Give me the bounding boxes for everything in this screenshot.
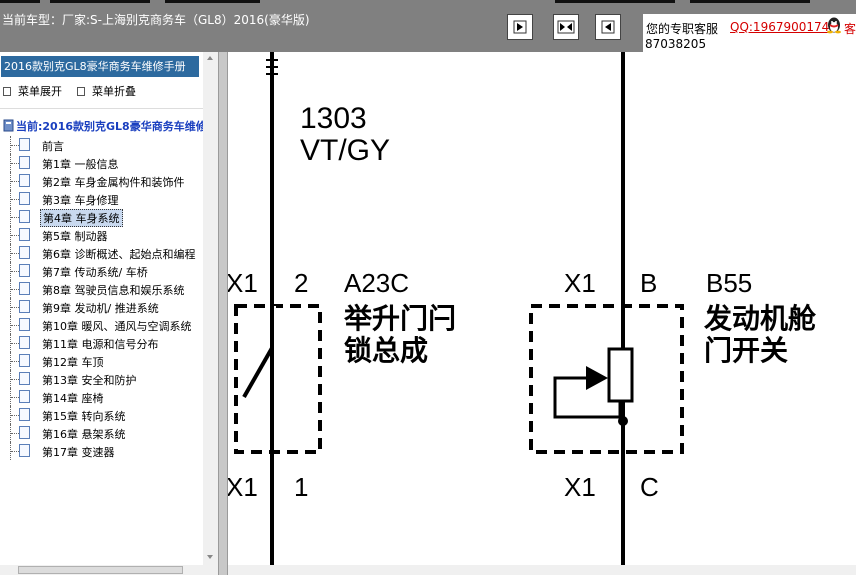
right-connector-top: X1 — [564, 268, 596, 298]
scroll-up-icon[interactable] — [207, 56, 213, 60]
page-icon — [19, 138, 30, 151]
sidebar-scroll-thumb[interactable] — [18, 566, 183, 574]
tree-item-label[interactable]: 第10章 暖风、通风与空调系统 — [40, 318, 194, 334]
expand-box-icon — [3, 87, 11, 96]
tree-item-label[interactable]: 第9章 发动机/ 推进系统 — [40, 300, 161, 316]
tree-item-label[interactable]: 第2章 车身金属构件和装饰件 — [40, 174, 187, 190]
right-pin-bottom: C — [640, 472, 659, 502]
qq-penguin-icon[interactable] — [825, 16, 843, 37]
page-icon — [19, 318, 30, 331]
left-connector-bottom: X1 — [228, 472, 258, 502]
wire-color: VT/GY — [300, 134, 390, 167]
sidebar-horizontal-scrollbar[interactable] — [0, 565, 218, 575]
tree-item-label[interactable]: 第5章 制动器 — [40, 228, 110, 244]
tree-item-label[interactable]: 第4章 车身系统 — [40, 209, 123, 227]
vehicle-title: 当前车型：厂家:S-上海别克商务车（GL8）2016(豪华版) — [2, 13, 310, 27]
page-icon — [19, 372, 30, 385]
page-icon — [19, 174, 30, 187]
right-circuit: X1 B B55 发动机舱 门开关 X1 C — [529, 52, 817, 565]
sidebar-vertical-scrollbar[interactable] — [203, 52, 218, 565]
right-connector-bottom: X1 — [564, 472, 596, 502]
tree-item-label[interactable]: 第12章 车顶 — [40, 354, 106, 370]
page-icon — [19, 210, 30, 223]
support-label: 您的专职客服 — [646, 22, 719, 36]
top-bar: 当前车型：厂家:S-上海别克商务车（GL8）2016(豪华版) 您的专职客服 Q… — [0, 0, 856, 52]
tree-item-label[interactable]: 第11章 电源和信号分布 — [40, 336, 161, 352]
tree-item-label[interactable]: 第8章 驾驶员信息和娱乐系统 — [40, 282, 187, 298]
book-icon — [3, 119, 14, 132]
left-connector-top: X1 — [228, 268, 258, 298]
page-icon — [19, 264, 30, 277]
page-icon — [19, 192, 30, 205]
page-icon — [19, 444, 30, 457]
wiring-diagram: 1303 VT/GY X1 2 A23C 举升门闩 锁总成 X1 1 X1 B … — [228, 52, 856, 565]
collapse-menu-label: 菜单折叠 — [92, 85, 136, 98]
tree-item-label[interactable]: 前言 — [40, 138, 66, 154]
tree-root[interactable]: 当前:2016款别克GL8豪华商务车维修手册 — [3, 118, 218, 134]
collapse-box-icon — [77, 87, 85, 96]
qq-more-text[interactable]: 客 — [844, 20, 856, 37]
tree-item-label[interactable]: 第6章 诊断概述、起始点和编程 — [40, 246, 198, 262]
tree-item-label[interactable]: 第3章 车身修理 — [40, 192, 121, 208]
page-icon — [19, 390, 30, 403]
top-edge — [0, 0, 40, 3]
qq-link[interactable]: QQ:1967900174 — [730, 20, 829, 34]
left-pin-bottom: 1 — [294, 472, 308, 502]
a23c-connector-box — [234, 304, 322, 454]
page-icon — [19, 228, 30, 241]
sidebar-divider — [0, 108, 203, 109]
right-component-code: B55 — [706, 268, 752, 298]
expand-menu-label: 菜单展开 — [18, 85, 62, 98]
diagram-horizontal-scrollbar[interactable] — [228, 565, 856, 575]
nav-first-button[interactable] — [507, 14, 533, 40]
nav-last-button[interactable] — [595, 14, 621, 40]
nav-fit-button[interactable] — [553, 14, 579, 40]
scroll-down-icon[interactable] — [207, 555, 213, 559]
left-component-code: A23C — [344, 268, 409, 298]
top-edge — [50, 0, 150, 3]
page-icon — [19, 156, 30, 169]
tree-item-label[interactable]: 第7章 传动系统/ 车桥 — [40, 264, 150, 280]
support-number: 87038205 — [645, 37, 707, 51]
nav-fit-icon — [557, 20, 575, 34]
tree-item-label[interactable]: 第17章 变速器 — [40, 444, 117, 460]
door-switch-body — [607, 347, 634, 403]
nav-first-icon — [513, 20, 527, 34]
collapse-menu-button[interactable]: 菜单折叠 — [77, 83, 136, 99]
sidebar: 2016款别克GL8豪华商务车维修手册 菜单展开 菜单折叠 当前:2016款别克… — [0, 52, 218, 575]
latch-switch-blade — [242, 347, 274, 398]
wire-number: 1303 — [300, 102, 367, 135]
page-icon — [19, 336, 30, 349]
left-circuit: 1303 VT/GY X1 2 A23C 举升门闩 锁总成 X1 1 — [228, 52, 456, 565]
page-icon — [19, 300, 30, 313]
tree-item-label[interactable]: 第14章 座椅 — [40, 390, 106, 406]
tree-root-label: 当前:2016款别克GL8豪华商务车维修手册 — [16, 120, 218, 133]
manual-title: 2016款别克GL8豪华商务车维修手册 — [1, 56, 199, 77]
left-component-name-2: 锁总成 — [344, 334, 428, 366]
page-icon — [19, 408, 30, 421]
tree-item-label[interactable]: 第15章 转向系统 — [40, 408, 128, 424]
page-icon — [19, 426, 30, 439]
splice-node — [618, 416, 628, 426]
right-component-name-2: 门开关 — [704, 335, 788, 366]
page-icon — [19, 282, 30, 295]
top-edge — [690, 0, 810, 3]
right-pin-top: B — [640, 268, 657, 298]
top-edge — [555, 0, 675, 3]
tree-item-label[interactable]: 第13章 安全和防护 — [40, 372, 139, 388]
left-component-name-1: 举升门闩 — [343, 302, 456, 334]
pane-splitter[interactable] — [218, 52, 228, 575]
expand-menu-button[interactable]: 菜单展开 — [3, 83, 62, 99]
actuator-arrow-icon — [586, 366, 608, 390]
left-pin-top: 2 — [294, 268, 308, 298]
support-panel: 您的专职客服 QQ:1967900174 客 87038205 — [643, 14, 856, 52]
tree-item-label[interactable]: 第1章 一般信息 — [40, 156, 121, 172]
page-icon — [19, 354, 30, 367]
top-edge — [165, 0, 260, 3]
right-component-name-1: 发动机舱 — [703, 302, 817, 334]
nav-last-icon — [601, 20, 615, 34]
tree-item-label[interactable]: 第16章 悬架系统 — [40, 426, 128, 442]
page-icon — [19, 246, 30, 259]
